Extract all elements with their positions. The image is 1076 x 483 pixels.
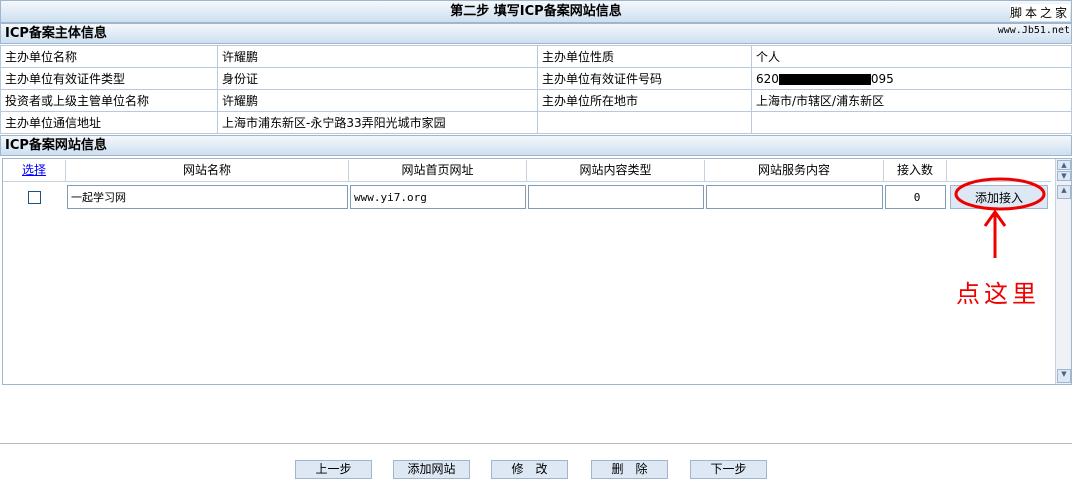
watermark-url: www.Jb51.net	[997, 25, 1070, 36]
site-url-input[interactable]	[350, 185, 526, 209]
label: 主办单位有效证件号码	[537, 67, 752, 90]
select-checkbox[interactable]	[28, 190, 41, 204]
subject-info-table: 主办单位名称 许耀鹏 主办单位性质 个人 主办单位有效证件类型 身份证 主办单位有效证件号…	[0, 45, 1072, 134]
value: 上海市浦东新区-永宁路33弄阳光城市家园	[217, 111, 538, 134]
edit-button[interactable]: 修 改	[491, 460, 568, 479]
label	[537, 111, 752, 134]
id-number-value: 620 095	[751, 67, 1072, 90]
section-header-subject: ICP备案主体信息	[0, 23, 1072, 44]
next-step-button[interactable]: 下一步	[690, 460, 767, 479]
watermark-name: 脚本之家	[1009, 4, 1070, 21]
col-header: 网站服务内容	[705, 160, 884, 182]
value: 个人	[751, 45, 1072, 68]
arrow-up-icon	[983, 209, 1007, 258]
id-suffix: 095	[870, 71, 894, 86]
website-grid: 选择 网站名称 网站首页网址 网站内容类型 网站服务内容 接入数 添加接入 ▲ …	[2, 158, 1072, 385]
select-link[interactable]: 选择	[22, 163, 46, 177]
label: 投资者或上级主管单位名称	[0, 89, 218, 112]
service-content-input[interactable]	[706, 185, 883, 209]
delete-button[interactable]: 删 除	[591, 460, 668, 479]
value: 许耀鹏	[217, 45, 538, 68]
site-name-input[interactable]	[67, 185, 348, 209]
info-row: 投资者或上级主管单位名称 许耀鹏 主办单位所在地市 上海市/市辖区/浦东新区	[0, 89, 1072, 112]
add-website-button[interactable]: 添加网站	[393, 460, 470, 479]
section-title: ICP备案网站信息	[5, 138, 107, 153]
info-row: 主办单位名称 许耀鹏 主办单位性质 个人	[0, 45, 1072, 68]
label: 主办单位所在地市	[537, 89, 752, 112]
info-row: 主办单位有效证件类型 身份证 主办单位有效证件号码 620 095	[0, 67, 1072, 90]
value	[751, 111, 1072, 134]
redaction-bar	[778, 73, 871, 85]
table-row: 添加接入	[3, 184, 1051, 210]
scroll-up-icon[interactable]: ▲	[1057, 160, 1071, 170]
label: 主办单位通信地址	[0, 111, 218, 134]
scroll-down-icon[interactable]: ▼	[1057, 369, 1071, 383]
click-here-annotation: 点这里	[956, 280, 1040, 308]
red-circle-annotation	[954, 177, 1046, 211]
page-title: 第二步 填写ICP备案网站信息	[450, 4, 622, 19]
section-title: ICP备案主体信息	[5, 26, 107, 41]
section-header-website: ICP备案网站信息	[0, 135, 1072, 156]
divider	[0, 443, 1072, 444]
value: 上海市/市辖区/浦东新区	[751, 89, 1072, 112]
page-title-bar: 第二步 填写ICP备案网站信息	[0, 0, 1072, 23]
col-header: 网站首页网址	[349, 160, 527, 182]
grid-header: 选择 网站名称 网站首页网址 网站内容类型 网站服务内容 接入数	[3, 160, 1051, 182]
prev-step-button[interactable]: 上一步	[295, 460, 372, 479]
annotation-marks	[954, 177, 1046, 258]
col-header: 网站名称	[66, 160, 349, 182]
content-type-input[interactable]	[528, 185, 704, 209]
id-prefix: 620	[756, 71, 779, 86]
access-count-input[interactable]	[885, 185, 946, 209]
col-header: 接入数	[884, 160, 947, 182]
info-row: 主办单位通信地址 上海市浦东新区-永宁路33弄阳光城市家园	[0, 111, 1072, 134]
label: 主办单位名称	[0, 45, 218, 68]
value: 许耀鹏	[217, 89, 538, 112]
label: 主办单位有效证件类型	[0, 67, 218, 90]
value: 身份证	[217, 67, 538, 90]
label: 主办单位性质	[537, 45, 752, 68]
col-header: 网站内容类型	[527, 160, 705, 182]
